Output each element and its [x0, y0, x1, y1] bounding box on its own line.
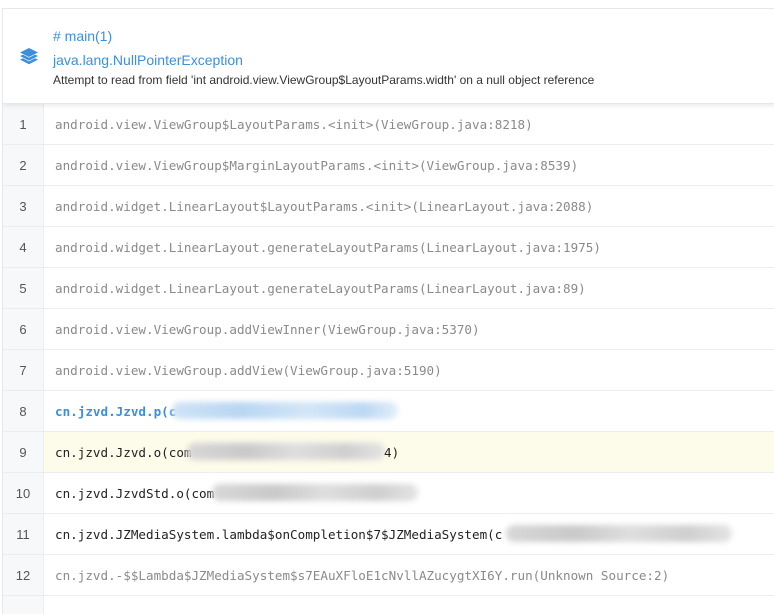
- frame-cell: cn.jzvd.JZMediaSystem.lambda$onCompletio…: [44, 514, 774, 554]
- frame-text-tail: 4): [384, 444, 400, 460]
- frame-text: cn.jzvd.Jzvd.o(com: [55, 444, 192, 460]
- line-number: 8: [3, 391, 44, 431]
- exception-message: Attempt to read from field 'int android.…: [53, 73, 595, 87]
- stack-frame-row[interactable]: 10 cn.jzvd.JzvdStd.o(com: [3, 473, 774, 514]
- line-number: 3: [3, 186, 44, 226]
- line-number: 4: [3, 227, 44, 267]
- layers-icon: [19, 47, 39, 67]
- frame-text: cn.jzvd.JZMediaSystem.lambda$onCompletio…: [55, 526, 503, 542]
- frame-text: android.view.ViewGroup.addViewInner(View…: [55, 321, 480, 337]
- redacted-region: [187, 443, 385, 460]
- stack-frame-row-selected[interactable]: 9 cn.jzvd.Jzvd.o(com 4): [3, 432, 774, 473]
- frame-text: android.view.ViewGroup$LayoutParams.<ini…: [55, 116, 533, 132]
- frame-text: android.widget.LinearLayout.generateLayo…: [55, 280, 586, 296]
- frame-text: android.widget.LinearLayout.generateLayo…: [55, 239, 601, 255]
- stack-frame-row[interactable]: 12 cn.jzvd.-$$Lambda$JZMediaSystem$s7EAu…: [3, 555, 774, 596]
- frame-text: [44, 596, 774, 614]
- stack-frame-row-partial[interactable]: [3, 596, 774, 614]
- line-number: 12: [3, 555, 44, 595]
- line-number: 5: [3, 268, 44, 308]
- frame-text[interactable]: cn.jzvd.Jzvd.p(c: [55, 404, 176, 419]
- line-number: 2: [3, 145, 44, 185]
- line-number: 10: [3, 473, 44, 513]
- exception-type[interactable]: java.lang.NullPointerException: [53, 52, 243, 68]
- frame-cell: cn.jzvd.Jzvd.o(com 4): [44, 432, 774, 472]
- redacted-region: [212, 484, 418, 501]
- stack-frame-row[interactable]: 1 android.view.ViewGroup$LayoutParams.<i…: [3, 104, 774, 145]
- frame-text: android.view.ViewGroup$MarginLayoutParam…: [55, 157, 579, 173]
- exception-header: # main(1) java.lang.NullPointerException…: [3, 9, 774, 104]
- line-number: 7: [3, 350, 44, 390]
- stack-frame-row-link[interactable]: 8 cn.jzvd.Jzvd.p(c: [3, 391, 774, 432]
- stack-frame-row[interactable]: 5 android.widget.LinearLayout.generateLa…: [3, 268, 774, 309]
- stack-frame-list: 1 android.view.ViewGroup$LayoutParams.<i…: [3, 104, 774, 614]
- redacted-region: [506, 525, 732, 542]
- line-number: [3, 596, 44, 614]
- frame-text: android.view.ViewGroup.addView(ViewGroup…: [55, 362, 442, 378]
- stack-frame-row[interactable]: 3 android.widget.LinearLayout$LayoutPara…: [3, 186, 774, 227]
- frame-text: cn.jzvd.JzvdStd.o(com: [55, 485, 215, 501]
- stack-frame-row[interactable]: 4 android.widget.LinearLayout.generateLa…: [3, 227, 774, 268]
- frame-cell: cn.jzvd.JzvdStd.o(com: [44, 473, 774, 513]
- redacted-region: [172, 402, 398, 419]
- stack-trace-panel: # main(1) java.lang.NullPointerException…: [2, 8, 774, 614]
- line-number: 6: [3, 309, 44, 349]
- stack-frame-row[interactable]: 2 android.view.ViewGroup$MarginLayoutPar…: [3, 145, 774, 186]
- thread-name[interactable]: # main(1): [53, 28, 112, 44]
- stack-frame-row[interactable]: 11 cn.jzvd.JZMediaSystem.lambda$onComple…: [3, 514, 774, 555]
- frame-text: android.widget.LinearLayout$LayoutParams…: [55, 198, 594, 214]
- stack-frame-row[interactable]: 7 android.view.ViewGroup.addView(ViewGro…: [3, 350, 774, 391]
- frame-cell: cn.jzvd.Jzvd.p(c: [44, 391, 774, 431]
- frame-text: cn.jzvd.-$$Lambda$JZMediaSystem$s7EAuXFl…: [55, 567, 670, 583]
- line-number: 11: [3, 514, 44, 554]
- line-number: 1: [3, 104, 44, 144]
- line-number: 9: [3, 432, 44, 472]
- stack-frame-row[interactable]: 6 android.view.ViewGroup.addViewInner(Vi…: [3, 309, 774, 350]
